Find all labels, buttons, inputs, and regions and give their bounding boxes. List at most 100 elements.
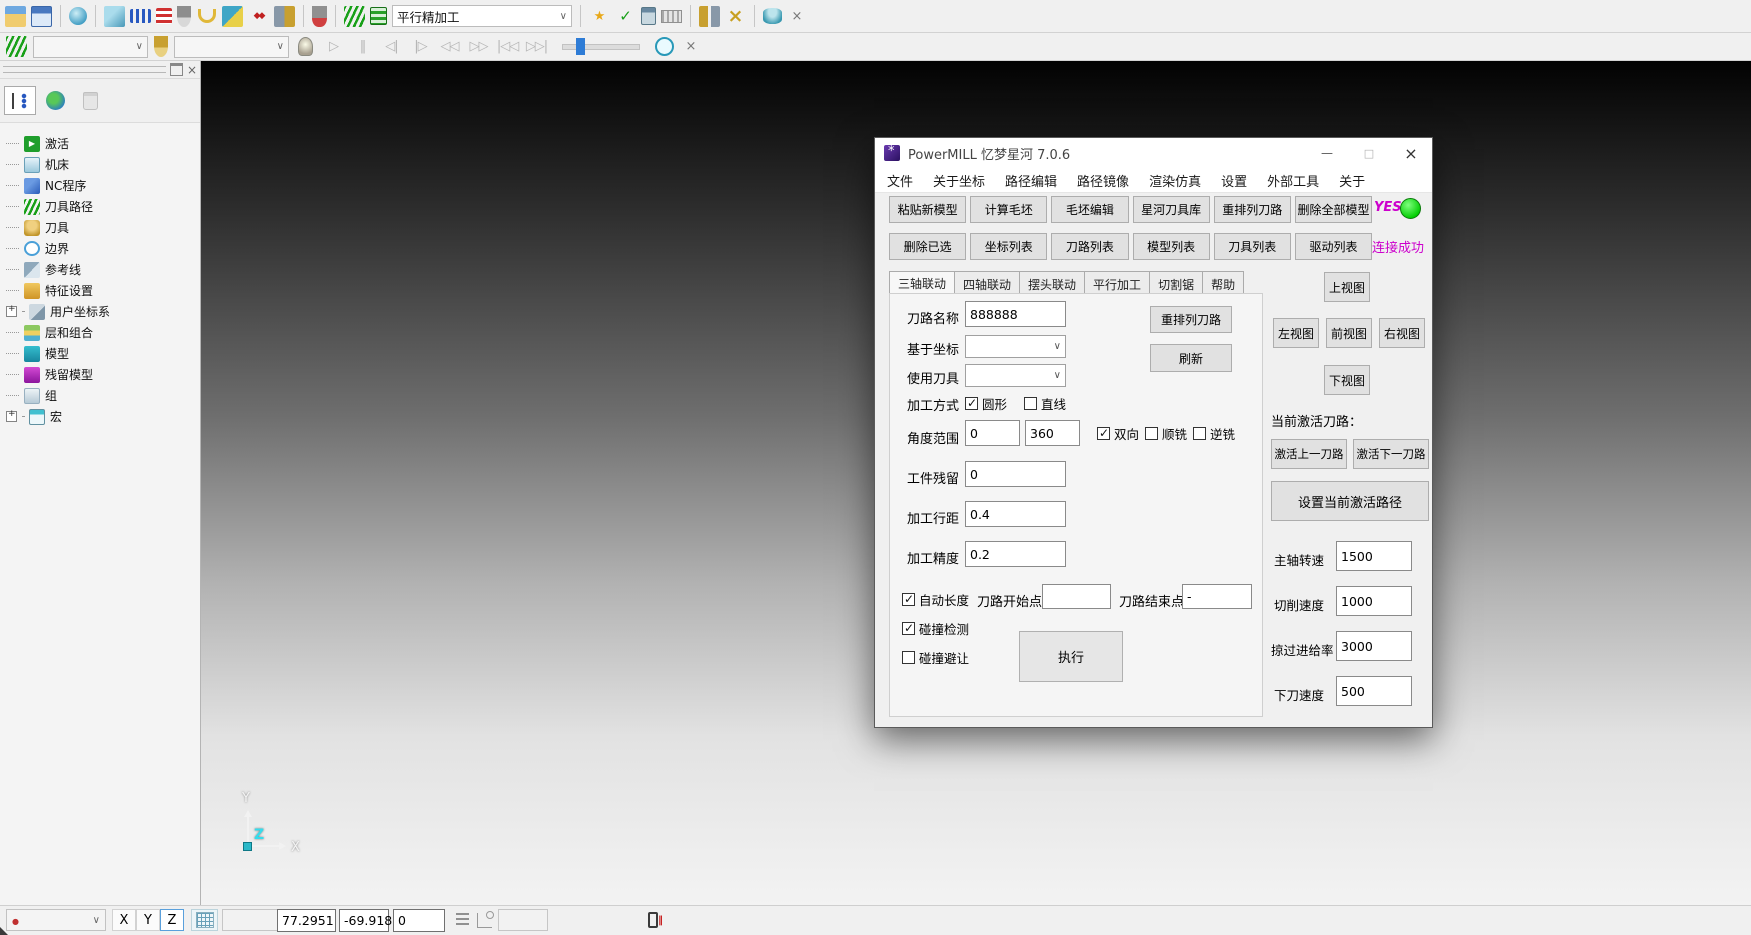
coord-list-button[interactable]: 坐标列表 (970, 233, 1047, 260)
tab-head-tilt[interactable]: 摆头联动 (1020, 271, 1085, 294)
mode-line-checkbox[interactable]: 直线 (1024, 395, 1066, 411)
minimize-button[interactable]: — (1306, 139, 1348, 168)
x-axis-button[interactable]: X (112, 909, 136, 931)
stepover-input[interactable] (965, 501, 1066, 527)
grid-snap-button[interactable] (191, 909, 218, 931)
view-front-button[interactable]: 前视图 (1326, 318, 1372, 348)
menu-about[interactable]: 关于 (1329, 168, 1375, 193)
rewind-icon[interactable]: ◁◁ (438, 36, 461, 58)
cross-arrows-icon[interactable] (725, 6, 746, 27)
view-bottom-button[interactable]: 下视图 (1324, 365, 1370, 395)
tab-help[interactable]: 帮助 (1203, 271, 1244, 294)
menu-coords[interactable]: 关于坐标 (923, 168, 995, 193)
shaded-view-icon[interactable] (69, 7, 87, 25)
sim-speed-slider[interactable] (562, 44, 640, 50)
feature-set-icon[interactable] (248, 6, 269, 27)
tree-item-toolpaths[interactable]: 刀具路径 (6, 196, 200, 217)
marker-combo[interactable]: ∨ (6, 909, 106, 931)
tolerance-input[interactable] (965, 541, 1066, 567)
view-top-button[interactable]: 上视图 (1324, 272, 1370, 302)
toolpath-name-input[interactable] (965, 301, 1066, 327)
menu-settings[interactable]: 设置 (1211, 168, 1257, 193)
expand-icon[interactable] (6, 411, 17, 422)
tree-item-macros[interactable]: 宏 (6, 406, 200, 427)
fast-forward-icon[interactable]: ▷▷ (467, 36, 490, 58)
tree-item-workplanes[interactable]: 用户坐标系 (6, 301, 200, 322)
rearrange-toolpaths-button[interactable]: 重排列刀路 (1214, 196, 1291, 223)
menu-path-edit[interactable]: 路径编辑 (995, 168, 1067, 193)
tree-item-patterns[interactable]: 参考线 (6, 259, 200, 280)
tree-item-activate[interactable]: 激活 (6, 133, 200, 154)
expand-icon[interactable] (6, 306, 17, 317)
strategy-combo[interactable]: 平行精加工 ∨ (392, 5, 572, 27)
mode-circle-checkbox[interactable]: 圆形 (965, 395, 1007, 411)
drive-list-button[interactable]: 驱动列表 (1295, 233, 1372, 260)
open-project-icon[interactable] (5, 6, 26, 27)
tree-item-nc-programs[interactable]: NC程序 (6, 175, 200, 196)
sim-tool-combo[interactable]: ∨ (174, 36, 289, 58)
menu-path-mirror[interactable]: 路径镜像 (1067, 168, 1139, 193)
paste-new-model-button[interactable]: 粘贴新模型 (889, 196, 966, 223)
stock-input[interactable] (965, 461, 1066, 487)
delete-all-models-button[interactable]: 删除全部模型 (1295, 196, 1372, 223)
tree-view-button[interactable] (4, 86, 36, 115)
save-project-icon[interactable] (31, 6, 52, 27)
start-point-input[interactable] (1042, 584, 1111, 609)
bidirectional-checkbox[interactable]: 双向 (1097, 425, 1139, 441)
spindle-speed-input[interactable] (1336, 541, 1412, 571)
sim-toolpath-combo[interactable]: ∨ (33, 36, 148, 58)
measure-icon[interactable] (661, 10, 682, 23)
rearrange-button[interactable]: 重排列刀路 (1150, 306, 1232, 333)
z-axis-button[interactable]: Z (160, 909, 184, 931)
go-to-start-icon[interactable]: |◁◁ (496, 36, 519, 58)
conventional-checkbox[interactable]: 逆铣 (1193, 425, 1235, 441)
rapid-feed-input[interactable] (1336, 631, 1412, 661)
boundary-icon[interactable] (198, 9, 216, 23)
tree-item-stock-models[interactable]: 残留模型 (6, 364, 200, 385)
pause-icon[interactable]: ‖ (351, 36, 374, 58)
tree-item-boundaries[interactable]: 边界 (6, 238, 200, 259)
model-list-button[interactable]: 模型列表 (1133, 233, 1210, 260)
menu-render-sim[interactable]: 渲染仿真 (1139, 168, 1211, 193)
base-coord-select[interactable]: ∨ (965, 335, 1066, 358)
play-icon[interactable]: ▷ (322, 36, 345, 58)
activate-prev-toolpath-button[interactable]: 激活上一刀路 (1271, 439, 1347, 469)
use-tool-select[interactable]: ∨ (965, 364, 1066, 387)
tool-pair-icon[interactable] (699, 6, 720, 27)
tool-favorites-icon[interactable] (589, 6, 610, 27)
tool-holder-icon[interactable] (274, 6, 295, 27)
view-left-button[interactable]: 左视图 (1273, 318, 1319, 348)
set-active-path-button[interactable]: 设置当前激活路径 (1271, 481, 1429, 521)
step-forward-icon[interactable]: |▷ (409, 36, 432, 58)
recycle-bin-button[interactable] (74, 86, 106, 115)
simulate-tool-icon[interactable] (312, 6, 327, 27)
tree-item-models[interactable]: 模型 (6, 343, 200, 364)
menu-external-tools[interactable]: 外部工具 (1257, 168, 1329, 193)
collision-avoid-checkbox[interactable]: 碰撞避让 (902, 649, 969, 665)
dialog-titlebar[interactable]: PowerMILL 忆梦星河 7.0.6 — □ × (875, 138, 1432, 168)
tree-item-feature-sets[interactable]: 特征设置 (6, 280, 200, 301)
end-point-input[interactable] (1182, 584, 1252, 609)
calc-block-button[interactable]: 计算毛坯 (970, 196, 1047, 223)
tree-item-tools[interactable]: 刀具 (6, 217, 200, 238)
angle-from-input[interactable] (965, 420, 1020, 446)
sim-toolbar-close-icon[interactable]: × (681, 37, 701, 57)
auto-length-checkbox[interactable]: 自动长度 (902, 591, 969, 607)
angle-to-input[interactable] (1025, 420, 1080, 446)
view-right-button[interactable]: 右视图 (1379, 318, 1425, 348)
tab-saw[interactable]: 切割锯 (1150, 271, 1203, 294)
calculator-icon[interactable] (641, 7, 656, 25)
pattern-icon[interactable] (222, 6, 243, 27)
y-axis-button[interactable]: Y (136, 909, 160, 931)
toolpath-icon[interactable] (130, 9, 151, 23)
strategy-list-icon[interactable] (370, 7, 387, 25)
menu-file[interactable]: 文件 (877, 168, 923, 193)
cutting-feed-input[interactable] (1336, 586, 1412, 616)
toolpath-list-button[interactable]: 刀路列表 (1051, 233, 1128, 260)
block-edit-button[interactable]: 毛坯编辑 (1051, 196, 1128, 223)
tool-list-button[interactable]: 刀具列表 (1214, 233, 1291, 260)
slider-handle[interactable] (576, 38, 585, 55)
cylinders-icon[interactable] (763, 8, 782, 24)
toolbar-close-icon[interactable]: × (787, 6, 807, 26)
tool-icon[interactable] (177, 6, 191, 27)
